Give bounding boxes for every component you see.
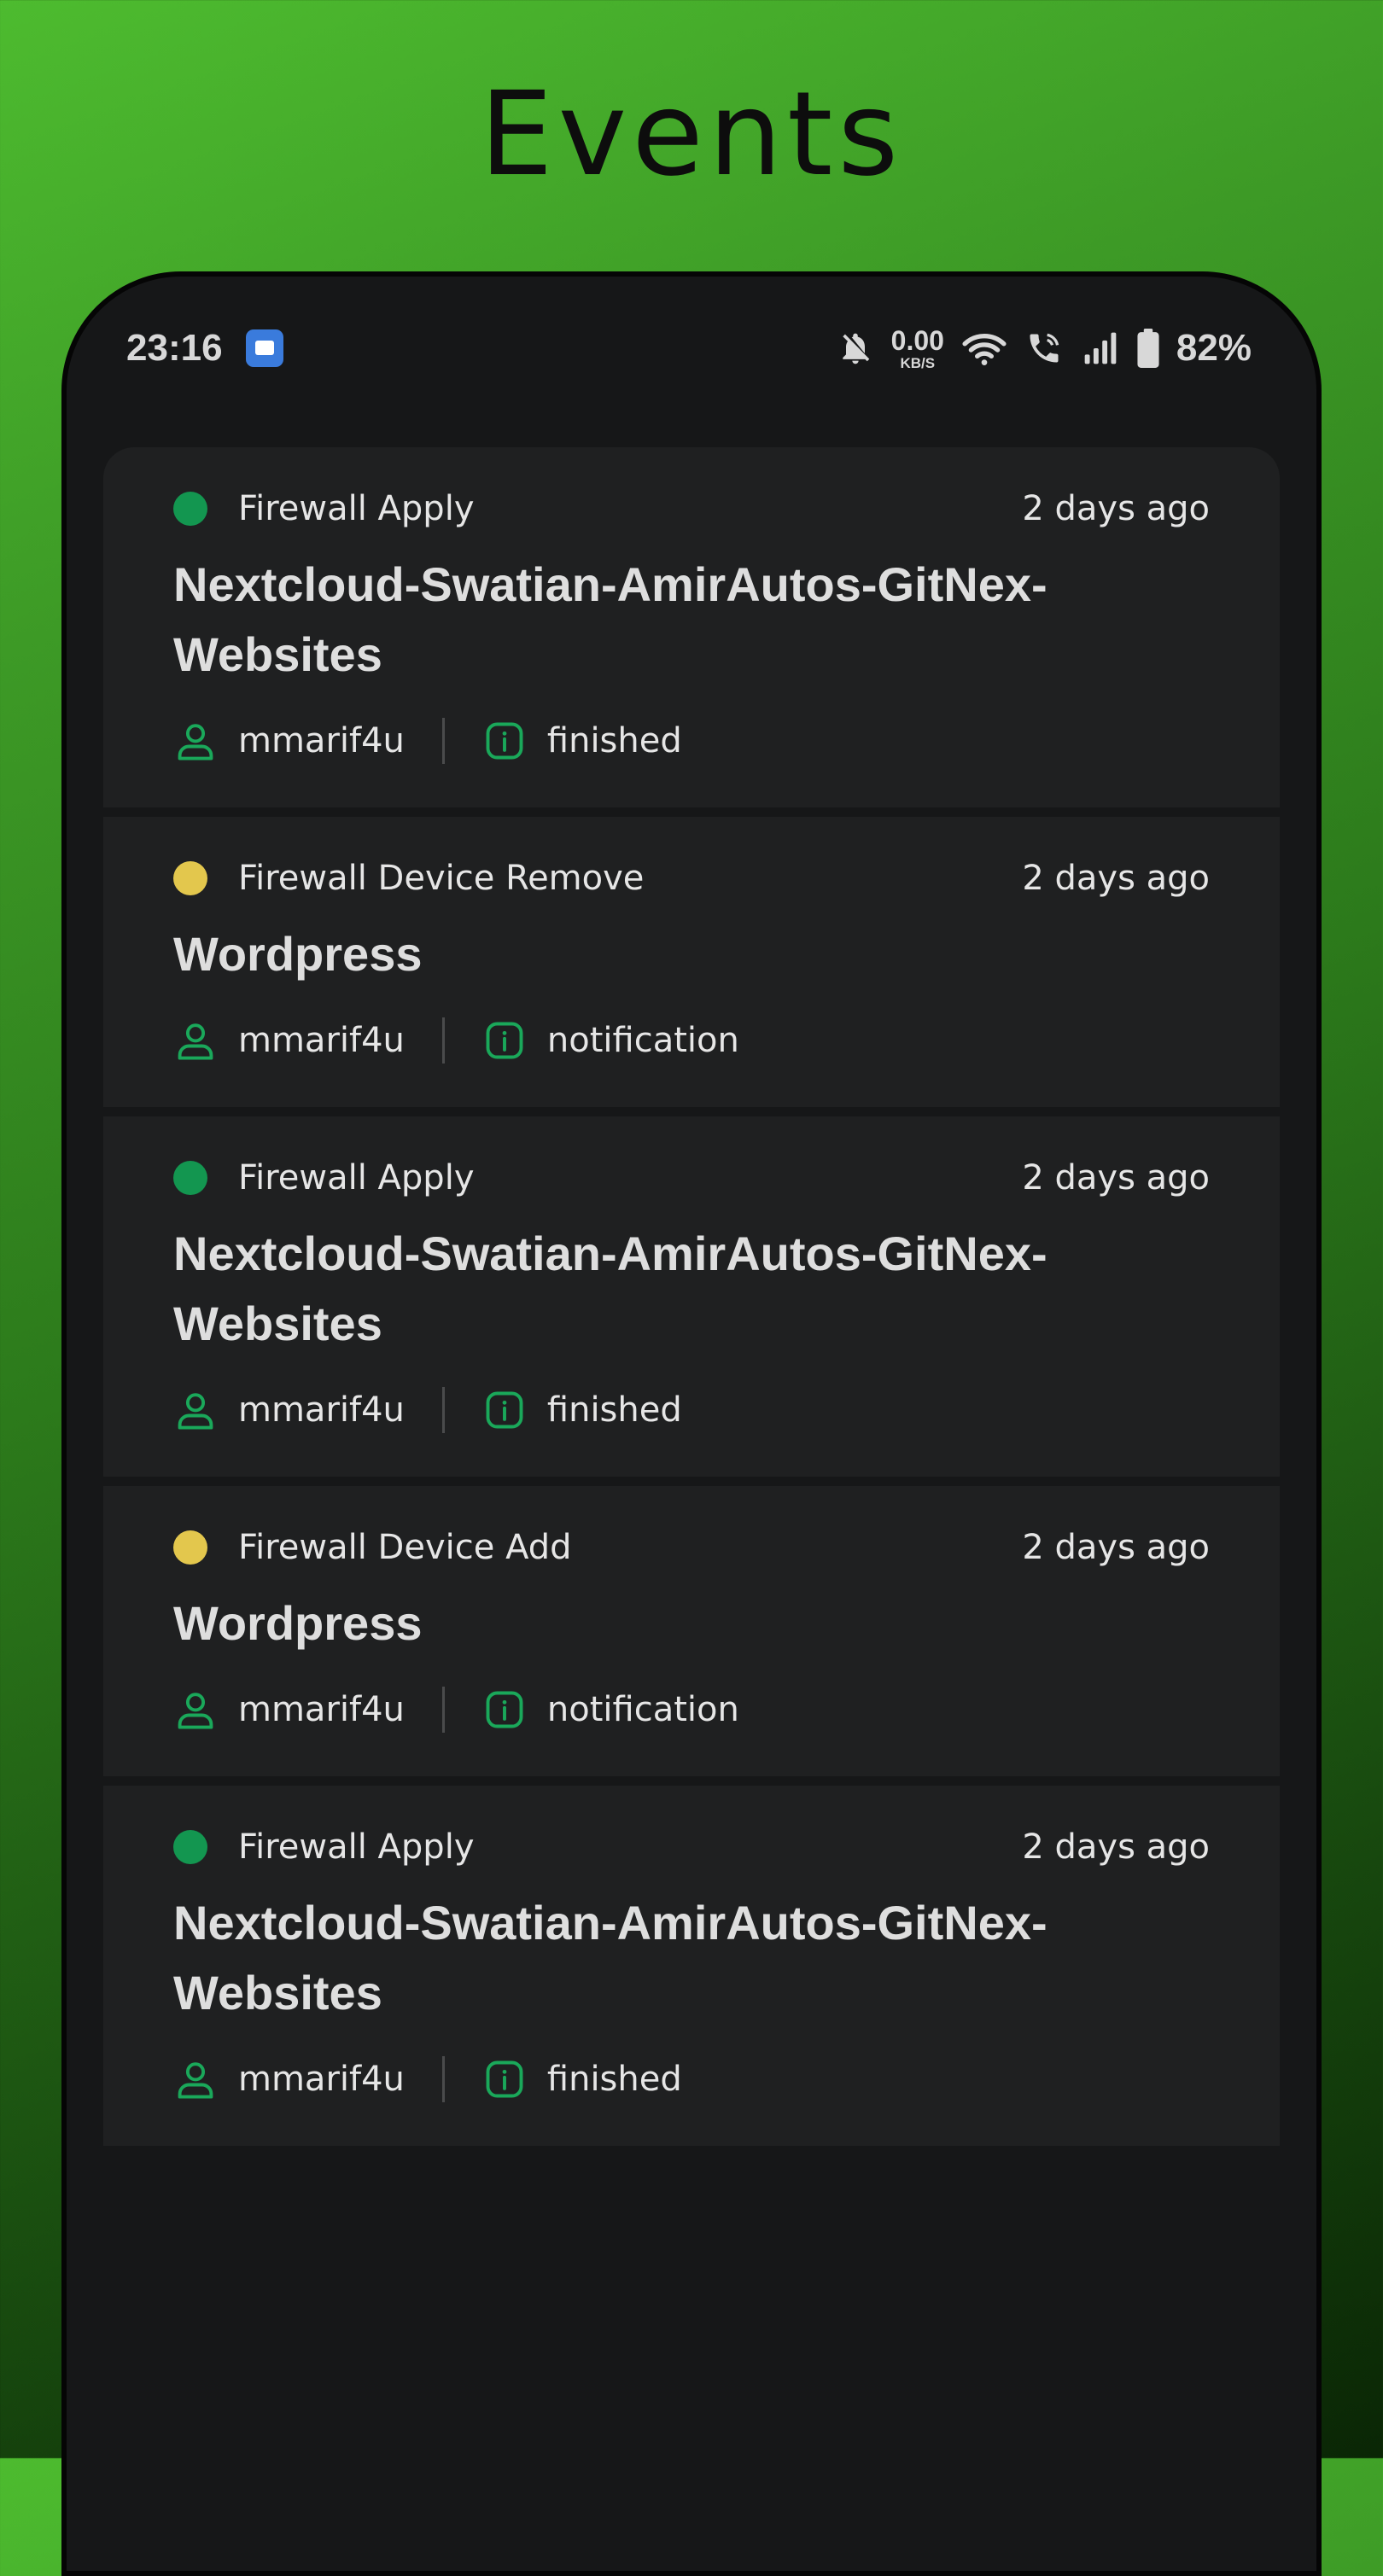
network-speed-value: 0.00 bbox=[890, 324, 944, 356]
user-icon bbox=[178, 724, 213, 761]
event-card[interactable]: Firewall Device Remove 2 days ago Wordpr… bbox=[103, 817, 1280, 1107]
bell-off-icon bbox=[842, 333, 869, 364]
event-card[interactable]: Firewall Apply 2 days ago Nextcloud-Swat… bbox=[103, 1786, 1280, 2146]
info-icon bbox=[486, 1022, 523, 1059]
event-status: finished bbox=[546, 1390, 682, 1430]
meta-divider bbox=[441, 1687, 445, 1733]
event-card[interactable]: Firewall Apply 2 days ago Nextcloud-Swat… bbox=[103, 447, 1280, 807]
meta-divider bbox=[441, 1387, 445, 1433]
event-title: Wordpress bbox=[173, 927, 423, 981]
event-card[interactable]: Firewall Device Add 2 days ago Wordpress… bbox=[103, 1486, 1280, 1776]
meta-divider bbox=[441, 718, 445, 764]
event-user: mmarif4u bbox=[238, 1021, 405, 1060]
event-user: mmarif4u bbox=[238, 1690, 405, 1729]
status-dot-notice bbox=[173, 861, 207, 895]
event-card[interactable]: Firewall Apply 2 days ago Nextcloud-Swat… bbox=[103, 1116, 1280, 1477]
user-icon bbox=[178, 1693, 213, 1729]
info-icon bbox=[486, 1391, 523, 1429]
event-type: Firewall Device Add bbox=[238, 1528, 572, 1567]
event-status: finished bbox=[546, 2060, 682, 2099]
wifi-calling-icon bbox=[1030, 333, 1059, 363]
event-type: Firewall Apply bbox=[238, 1827, 475, 1867]
status-time: 23:16 bbox=[126, 327, 223, 369]
promo-title: Events bbox=[479, 67, 904, 202]
user-icon bbox=[178, 1023, 213, 1060]
info-icon bbox=[486, 2060, 523, 2098]
event-title: Nextcloud-Swatian-AmirAutos-GitNex-Websi… bbox=[173, 557, 1047, 681]
meta-divider bbox=[441, 1017, 445, 1064]
event-time: 2 days ago bbox=[1022, 1827, 1210, 1867]
event-time: 2 days ago bbox=[1022, 489, 1210, 528]
battery-icon bbox=[1137, 329, 1159, 368]
event-user: mmarif4u bbox=[238, 2060, 405, 2099]
status-dot-notice bbox=[173, 1530, 207, 1565]
meta-divider bbox=[441, 2056, 445, 2102]
event-title: Nextcloud-Swatian-AmirAutos-GitNex-Websi… bbox=[173, 1896, 1047, 2019]
event-title: Wordpress bbox=[173, 1596, 423, 1650]
files-notification-icon bbox=[246, 329, 283, 367]
status-icons: 0.00 KB/S 82% bbox=[837, 326, 1252, 370]
status-dot-success bbox=[173, 492, 207, 526]
event-time: 2 days ago bbox=[1022, 859, 1210, 898]
event-type: Firewall Device Remove bbox=[238, 859, 645, 898]
signal-icon bbox=[1084, 332, 1117, 364]
event-status: notification bbox=[546, 1690, 739, 1729]
user-icon bbox=[178, 1393, 213, 1430]
event-user: mmarif4u bbox=[238, 721, 405, 761]
event-type: Firewall Apply bbox=[238, 1158, 475, 1198]
user-icon bbox=[178, 2062, 213, 2099]
network-speed-unit: KB/S bbox=[900, 354, 936, 371]
status-dot-success bbox=[173, 1161, 207, 1195]
event-status: finished bbox=[546, 721, 682, 761]
event-time: 2 days ago bbox=[1022, 1528, 1210, 1567]
status-dot-success bbox=[173, 1830, 207, 1864]
event-time: 2 days ago bbox=[1022, 1158, 1210, 1198]
info-icon bbox=[486, 1691, 523, 1728]
network-speed: 0.00 KB/S bbox=[891, 327, 944, 370]
status-bar: 23:16 0.00 KB/S 82% bbox=[67, 277, 1316, 430]
event-title: Nextcloud-Swatian-AmirAutos-GitNex-Websi… bbox=[173, 1227, 1047, 1350]
event-status: notification bbox=[546, 1021, 739, 1060]
battery-percentage: 82% bbox=[1176, 327, 1252, 369]
wifi-icon bbox=[962, 334, 1007, 365]
info-icon bbox=[486, 722, 523, 760]
phone-frame: 23:16 0.00 KB/S 82% Firewall Apply 2 day… bbox=[61, 271, 1322, 2576]
event-type: Firewall Apply bbox=[238, 489, 475, 528]
event-list: Firewall Apply 2 days ago Nextcloud-Swat… bbox=[103, 447, 1280, 2155]
event-user: mmarif4u bbox=[238, 1390, 405, 1430]
